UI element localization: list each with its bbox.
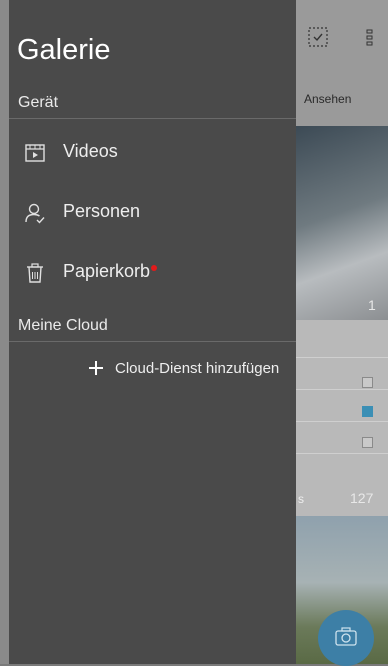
list-checkbox[interactable] bbox=[362, 377, 373, 388]
section-header-device: Gerät bbox=[18, 94, 59, 111]
drawer-item-papierkorb[interactable]: Papierkorb bbox=[9, 244, 296, 300]
list-checkbox[interactable] bbox=[362, 437, 373, 448]
drawer-item-label: Videos bbox=[63, 141, 118, 161]
plus-icon bbox=[89, 361, 103, 375]
camera-icon bbox=[335, 627, 357, 646]
add-cloud-service-label: Cloud-Dienst hinzufügen bbox=[115, 360, 280, 377]
drawer-item-label: Personen bbox=[63, 201, 141, 221]
album-label-fragment: s bbox=[298, 492, 304, 506]
list-row-divider bbox=[296, 453, 388, 454]
gallery-top-bar: Ansehen bbox=[296, 0, 388, 126]
photo-count: 1 bbox=[368, 297, 376, 313]
list-row-divider bbox=[296, 389, 388, 390]
drawer-item-personen[interactable]: Personen bbox=[9, 184, 296, 240]
navigation-drawer: Galerie Gerät Videos Personen Papierkorb… bbox=[9, 0, 296, 664]
list-checkbox-checked[interactable] bbox=[362, 406, 373, 417]
more-options-icon[interactable] bbox=[366, 29, 374, 47]
section-divider bbox=[9, 341, 296, 342]
list-row-divider bbox=[296, 357, 388, 358]
drawer-title: Galerie bbox=[17, 34, 111, 66]
tab-ansehen[interactable]: Ansehen bbox=[304, 92, 351, 106]
drawer-item-label: Papierkorb bbox=[63, 261, 151, 281]
trash-icon bbox=[27, 263, 43, 283]
background-list: s 127 bbox=[296, 320, 388, 516]
video-icon bbox=[25, 144, 45, 162]
select-icon[interactable] bbox=[308, 27, 328, 47]
notification-badge bbox=[151, 265, 158, 271]
album-count: 127 bbox=[350, 490, 374, 506]
section-header-cloud: Meine Cloud bbox=[18, 317, 108, 334]
section-divider bbox=[9, 118, 296, 119]
camera-button[interactable] bbox=[318, 610, 374, 666]
background-photo[interactable]: 1 bbox=[296, 126, 388, 320]
list-row-divider bbox=[296, 421, 388, 422]
drawer-item-videos[interactable]: Videos bbox=[9, 124, 296, 180]
drawer-item-label-wrap: Papierkorb bbox=[63, 261, 158, 282]
person-icon bbox=[25, 203, 45, 224]
